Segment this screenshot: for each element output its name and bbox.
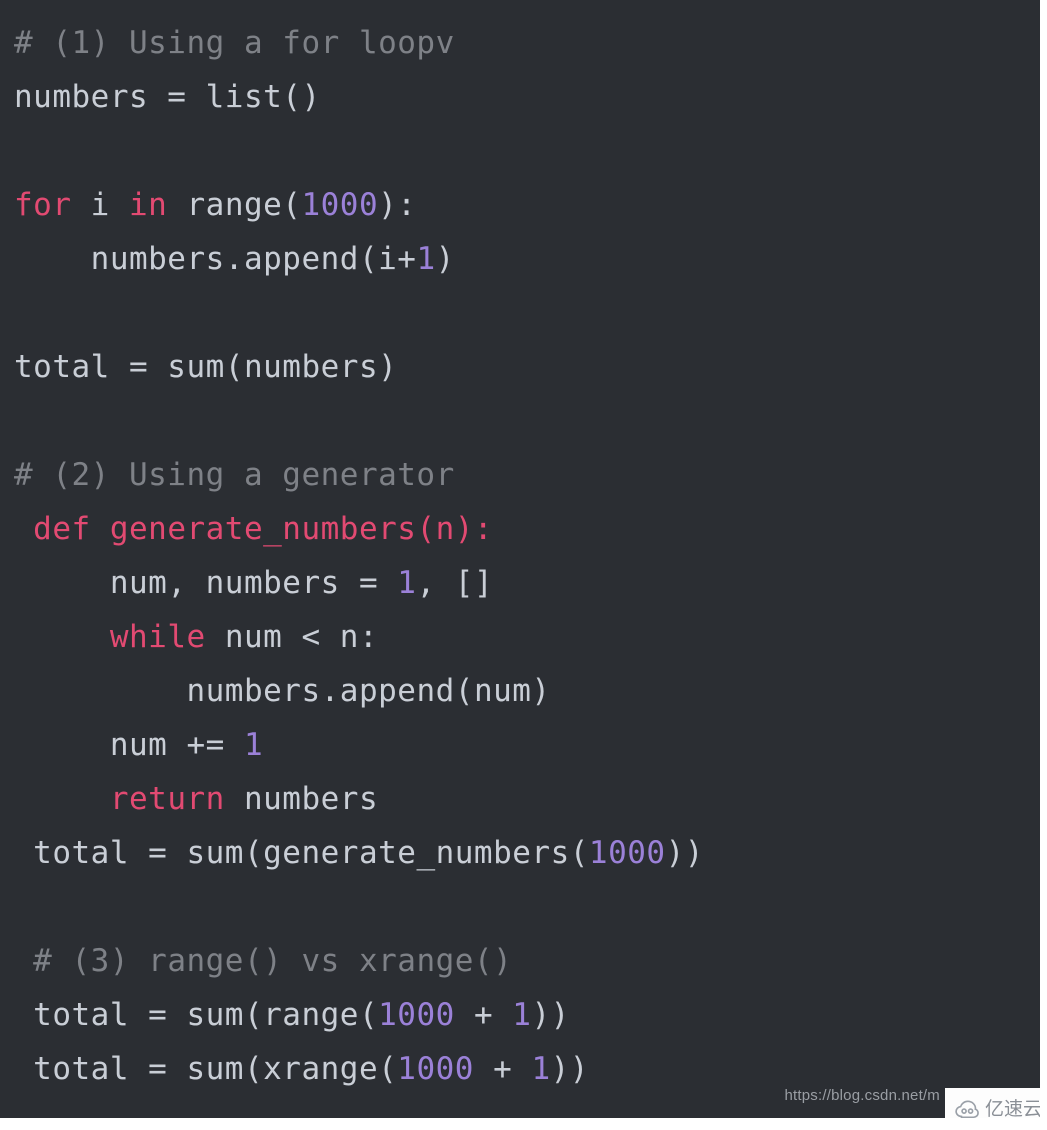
code-line: num, numbers = 1, [] xyxy=(14,556,704,610)
code-token-plain: numbers.append(num) xyxy=(186,673,551,709)
python-code-block: # (1) Using a for loopv numbers = list() ​… xyxy=(14,16,704,1096)
code-token-plain: )) xyxy=(550,1051,589,1087)
code-token-num: 1000 xyxy=(397,1051,474,1087)
code-token-num: 1000 xyxy=(588,835,666,871)
code-line: def generate_numbers(n): xyxy=(14,502,704,556)
code-token-plain: total = sum(generate_numbers( xyxy=(33,835,589,871)
code-line: # (3) range() vs xrange() xyxy=(14,934,704,988)
code-token-plain: + xyxy=(454,997,513,1033)
code-token-plain: range( xyxy=(167,187,302,223)
frame-edge-right xyxy=(1040,0,1047,1130)
code-token-plain: )) xyxy=(531,997,570,1033)
code-token-num: 1 xyxy=(243,727,264,763)
code-token-num: 1 xyxy=(397,565,417,601)
code-token-plain: num < n: xyxy=(205,619,379,655)
code-token-plain: numbers = list() xyxy=(14,79,321,115)
code-token-num: 1 xyxy=(531,1051,551,1087)
code-token-kw: def generate_numbers(n): xyxy=(33,511,494,547)
code-line: num += 1 xyxy=(14,718,704,772)
code-token-kw: while xyxy=(109,619,206,655)
watermark-brand-text: 亿速云 xyxy=(985,1097,1043,1120)
code-line: while num < n: xyxy=(14,610,704,664)
code-line: ​ xyxy=(14,880,704,934)
watermark-url-text: https://blog.csdn.net/m xyxy=(784,1087,940,1104)
code-token-num: 1 xyxy=(416,241,436,277)
code-token-comment: # (2) Using a generator xyxy=(14,457,455,493)
code-token-plain: i xyxy=(71,187,129,223)
code-line: total = sum(xrange(1000 + 1)) xyxy=(14,1042,704,1096)
code-line: for i in range(1000): xyxy=(14,178,704,232)
frame-edge-bottom xyxy=(0,1118,1047,1130)
code-token-num: 1000 xyxy=(301,187,379,223)
cloud-icon xyxy=(955,1100,979,1119)
code-line: # (1) Using a for loopv xyxy=(14,16,704,70)
code-token-kw: in xyxy=(129,187,168,223)
code-line: total = sum(generate_numbers(1000)) xyxy=(14,826,704,880)
code-token-comment: # (1) Using a for loopv xyxy=(14,25,455,61)
code-token-plain: , [] xyxy=(416,565,494,601)
code-token-plain: total = sum(numbers) xyxy=(14,349,398,385)
code-line: numbers.append(i+1) xyxy=(14,232,704,286)
code-token-plain: numbers xyxy=(224,781,379,817)
code-line: return numbers xyxy=(14,772,704,826)
code-token-plain: ): xyxy=(378,187,417,223)
code-line: total = sum(range(1000 + 1)) xyxy=(14,988,704,1042)
code-token-plain: num += xyxy=(109,727,244,763)
code-line: numbers.append(num) xyxy=(14,664,704,718)
code-line: ​ xyxy=(14,286,704,340)
code-token-num: 1000 xyxy=(378,997,455,1033)
code-token-num: 1 xyxy=(512,997,532,1033)
code-token-kw: return xyxy=(109,781,225,817)
code-line: total = sum(numbers) xyxy=(14,340,704,394)
code-canvas: # (1) Using a for loopv numbers = list() ​… xyxy=(0,0,1040,1118)
code-token-plain: )) xyxy=(665,835,704,871)
code-token-plain: total = sum(xrange( xyxy=(33,1051,398,1087)
code-token-kw: for xyxy=(14,187,72,223)
code-token-plain: + xyxy=(473,1051,532,1087)
code-screenshot: # (1) Using a for loopv numbers = list() ​… xyxy=(0,0,1047,1130)
code-line: ​ xyxy=(14,124,704,178)
code-line: numbers = list() xyxy=(14,70,704,124)
code-token-plain: numbers.append(i+ xyxy=(90,241,417,277)
code-line: ​ xyxy=(14,394,704,448)
code-line: # (2) Using a generator xyxy=(14,448,704,502)
code-token-plain: ) xyxy=(435,241,455,277)
code-token-comment: # (3) range() vs xrange() xyxy=(33,943,513,979)
code-token-plain: total = sum(range( xyxy=(33,997,379,1033)
code-token-plain: num, numbers = xyxy=(109,565,398,601)
